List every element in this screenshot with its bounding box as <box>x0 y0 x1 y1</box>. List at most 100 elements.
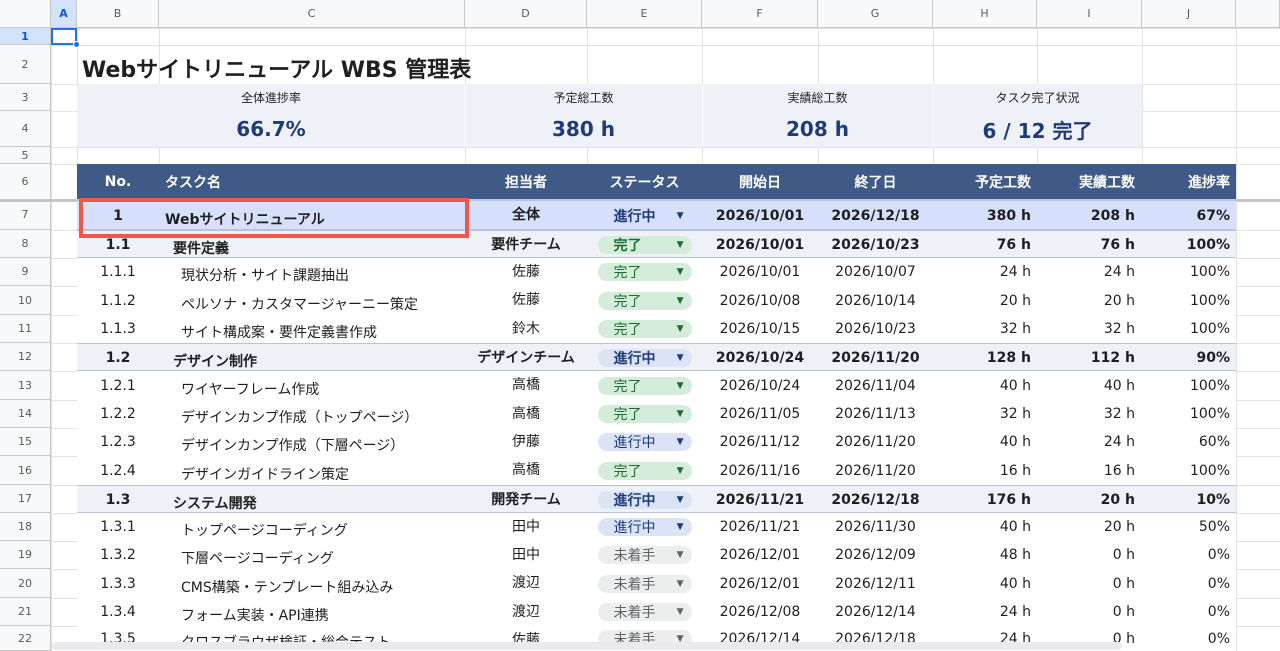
table-row[interactable]: 1.3.3 CMS構築・テンプレート組み込み 渡辺 未着手 ▼ 2026/12/01 202… <box>77 569 1236 598</box>
row-header-17[interactable]: 17 <box>0 485 51 513</box>
status-dropdown[interactable]: 完了 ▼ <box>587 231 702 259</box>
column-header-blank[interactable] <box>1236 0 1280 28</box>
row-header-5[interactable]: 5 <box>0 147 51 164</box>
table-row[interactable]: 1.1.3 サイト構成案・要件定義書作成 鈴木 完了 ▼ 2026/10/15 2026/1… <box>77 315 1236 343</box>
status-dropdown[interactable]: 完了 ▼ <box>587 371 702 400</box>
column-header-d[interactable]: D <box>465 0 587 28</box>
fill-handle[interactable] <box>73 41 80 48</box>
status-dropdown[interactable]: 完了 ▼ <box>587 400 702 428</box>
dropdown-arrow-icon[interactable]: ▼ <box>677 409 684 419</box>
table-row[interactable]: 1.2 デザイン制作 デザインチーム 進行中 ▼ 2026/10/24 2026/11/20… <box>77 343 1236 371</box>
row-header-9[interactable]: 9 <box>0 258 51 286</box>
row-header-6[interactable]: 6 <box>0 164 51 200</box>
column-header-g[interactable]: G <box>818 0 933 28</box>
status-chip[interactable]: 未着手 ▼ <box>597 546 692 564</box>
cell-actual: 20 h <box>1103 292 1135 309</box>
row-header-16[interactable]: 16 <box>0 456 51 485</box>
status-dropdown[interactable]: 未着手 ▼ <box>587 598 702 626</box>
cell-actual: 24 h <box>1103 434 1135 450</box>
select-all-corner[interactable] <box>0 0 51 28</box>
dropdown-arrow-icon[interactable]: ▼ <box>677 437 684 447</box>
status-dropdown[interactable]: 進行中 ▼ <box>587 201 702 231</box>
horizontal-scrollbar[interactable] <box>52 642 1122 650</box>
column-header-j[interactable]: J <box>1142 0 1236 28</box>
status-chip[interactable]: 完了 ▼ <box>597 236 692 254</box>
table-row[interactable]: 1.3.4 フォーム実装・API連携 渡辺 未着手 ▼ 2026/12/08 2026/12… <box>77 598 1236 626</box>
row-header-4[interactable]: 4 <box>0 111 51 147</box>
row-header-8[interactable]: 8 <box>0 230 51 258</box>
table-row[interactable]: 1.3 システム開発 開発チーム 進行中 ▼ 2026/11/21 2026/12/18 17… <box>77 485 1236 513</box>
row-header-20[interactable]: 20 <box>0 569 51 598</box>
status-chip[interactable]: 進行中 ▼ <box>598 207 692 225</box>
column-header-h[interactable]: H <box>933 0 1037 28</box>
status-dropdown[interactable]: 未着手 ▼ <box>587 569 702 598</box>
dropdown-arrow-icon[interactable]: ▼ <box>677 579 684 589</box>
status-chip[interactable]: 完了 ▼ <box>597 461 692 480</box>
status-dropdown[interactable]: 進行中 ▼ <box>587 428 702 456</box>
table-row[interactable]: 1.2.2 デザインカンプ作成（トップページ） 高橋 完了 ▼ 2026/11/05 202… <box>77 400 1236 428</box>
dropdown-arrow-icon[interactable]: ▼ <box>677 381 684 391</box>
dropdown-arrow-icon[interactable]: ▼ <box>677 240 684 250</box>
table-row[interactable]: 1.3.1 トップページコーディング 田中 進行中 ▼ 2026/11/21 2026/11… <box>77 513 1236 541</box>
table-row[interactable]: 1.3.2 下層ページコーディング 田中 未着手 ▼ 2026/12/01 2026/12/… <box>77 541 1236 569</box>
cell-progress: 0% <box>1207 630 1230 647</box>
dropdown-arrow-icon[interactable]: ▼ <box>677 607 684 617</box>
row-header-3[interactable]: 3 <box>0 84 51 111</box>
column-header-e[interactable]: E <box>587 0 702 28</box>
row-header-2[interactable]: 2 <box>0 45 51 84</box>
dropdown-arrow-icon[interactable]: ▼ <box>677 324 684 334</box>
status-chip[interactable]: 完了 ▼ <box>597 376 692 395</box>
cell-progress: 90% <box>1196 350 1230 366</box>
table-row[interactable]: 1.2.4 デザインガイドライン策定 高橋 完了 ▼ 2026/11/16 2026/11/… <box>77 456 1236 485</box>
status-chip[interactable]: 完了 ▼ <box>597 320 692 338</box>
status-dropdown[interactable]: 完了 ▼ <box>587 286 702 315</box>
row-header-15[interactable]: 15 <box>0 428 51 456</box>
status-dropdown[interactable]: 完了 ▼ <box>587 456 702 485</box>
cell-start: 2026/12/01 <box>719 575 801 592</box>
status-chip[interactable]: 進行中 ▼ <box>597 433 692 451</box>
row-header-21[interactable]: 21 <box>0 598 51 626</box>
row-header-11[interactable]: 11 <box>0 315 51 343</box>
column-header-f[interactable]: F <box>702 0 818 28</box>
status-chip[interactable]: 未着手 ▼ <box>597 603 692 621</box>
status-chip[interactable]: 完了 ▼ <box>597 291 692 310</box>
dropdown-arrow-icon[interactable]: ▼ <box>677 296 684 306</box>
table-row[interactable]: 1.1.2 ペルソナ・カスタマージャーニー策定 佐藤 完了 ▼ 2026/10/08 202… <box>77 286 1236 315</box>
status-chip[interactable]: 進行中 ▼ <box>597 349 692 367</box>
status-dropdown[interactable]: 未着手 ▼ <box>587 541 702 569</box>
status-chip[interactable]: 完了 ▼ <box>597 263 692 281</box>
status-chip[interactable]: 未着手 ▼ <box>597 574 692 593</box>
table-row[interactable]: 1.2.1 ワイヤーフレーム作成 高橋 完了 ▼ 2026/10/24 2026/11/04… <box>77 371 1236 400</box>
column-header-a[interactable]: A <box>51 0 77 28</box>
column-header-c[interactable]: C <box>159 0 465 28</box>
row-header-18[interactable]: 18 <box>0 513 51 541</box>
dropdown-arrow-icon[interactable]: ▼ <box>677 550 684 560</box>
dropdown-arrow-icon[interactable]: ▼ <box>677 211 684 221</box>
dropdown-arrow-icon[interactable]: ▼ <box>677 466 684 476</box>
status-dropdown[interactable]: 進行中 ▼ <box>587 486 702 514</box>
table-row[interactable]: 1.1.1 現状分析・サイト課題抽出 佐藤 完了 ▼ 2026/10/01 2026/10/… <box>77 258 1236 286</box>
row-header-12[interactable]: 12 <box>0 343 51 371</box>
status-dropdown[interactable]: 完了 ▼ <box>587 315 702 343</box>
row-header-19[interactable]: 19 <box>0 541 51 569</box>
column-header-b[interactable]: B <box>77 0 159 28</box>
status-dropdown[interactable]: 進行中 ▼ <box>587 513 702 541</box>
column-header-i[interactable]: I <box>1037 0 1142 28</box>
row-header-13[interactable]: 13 <box>0 371 51 400</box>
cell-end: 2026/12/11 <box>835 575 916 592</box>
dropdown-arrow-icon[interactable]: ▼ <box>677 353 684 363</box>
row-header-7[interactable]: 7 <box>0 200 51 230</box>
dropdown-arrow-icon[interactable]: ▼ <box>677 495 684 505</box>
status-chip[interactable]: 進行中 ▼ <box>597 518 692 536</box>
row-header-14[interactable]: 14 <box>0 400 51 428</box>
dropdown-arrow-icon[interactable]: ▼ <box>677 522 684 532</box>
row-header-22[interactable]: 22 <box>0 626 51 651</box>
status-dropdown[interactable]: 進行中 ▼ <box>587 344 702 372</box>
status-chip[interactable]: 進行中 ▼ <box>597 491 692 509</box>
status-dropdown[interactable]: 完了 ▼ <box>587 258 702 286</box>
row-header-1[interactable]: 1 <box>0 28 51 45</box>
dropdown-arrow-icon[interactable]: ▼ <box>677 267 684 277</box>
table-row[interactable]: 1.2.3 デザインカンプ作成（下層ページ） 伊藤 進行中 ▼ 2026/11/12 202… <box>77 428 1236 456</box>
row-header-10[interactable]: 10 <box>0 286 51 315</box>
status-chip[interactable]: 完了 ▼ <box>597 405 692 423</box>
